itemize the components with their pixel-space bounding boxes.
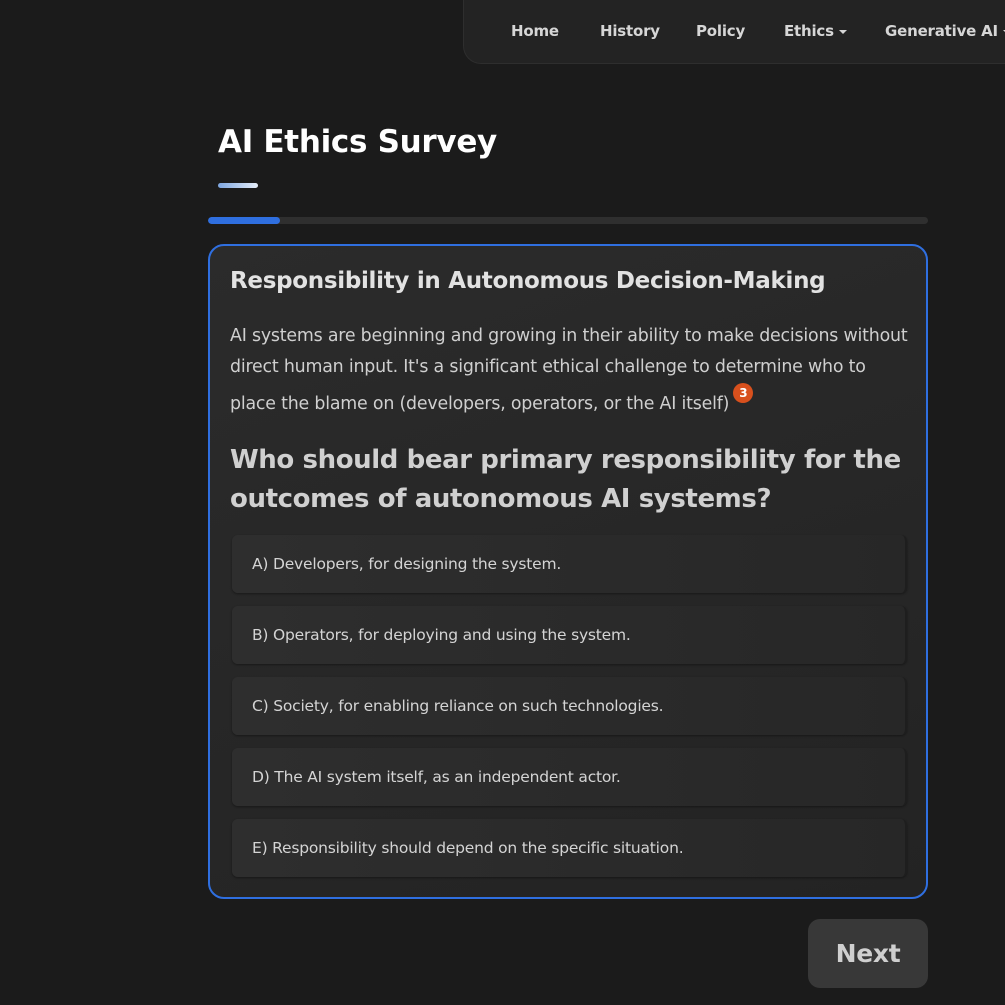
question-text: Who should bear primary responsibility f… bbox=[230, 445, 901, 514]
citation-badge[interactable]: 3 bbox=[733, 383, 754, 403]
chevron-down-icon bbox=[838, 29, 847, 34]
option-c[interactable]: C) Society, for enabling reliance on suc… bbox=[232, 677, 907, 735]
option-a[interactable]: A) Developers, for designing the system. bbox=[232, 535, 907, 593]
card-description-text: AI systems are beginning and growing in … bbox=[230, 326, 908, 414]
next-button[interactable]: Next bbox=[808, 919, 928, 988]
title-underline bbox=[218, 183, 258, 188]
nav-item-ethics[interactable]: Ethics bbox=[784, 22, 847, 40]
nav-item-generative-ai-label: Generative AI bbox=[885, 22, 998, 40]
page-title: AI Ethics Survey bbox=[218, 124, 497, 160]
progress-bar bbox=[208, 217, 928, 224]
question-card: Responsibility in Autonomous Decision-Ma… bbox=[208, 244, 928, 899]
progress-fill bbox=[208, 217, 280, 224]
option-e[interactable]: E) Responsibility should depend on the s… bbox=[232, 819, 907, 877]
option-d[interactable]: D) The AI system itself, as an independe… bbox=[232, 748, 907, 806]
nav-item-home[interactable]: Home bbox=[511, 22, 559, 40]
nav-item-policy[interactable]: Policy bbox=[696, 22, 745, 40]
nav-item-generative-ai[interactable]: Generative AI bbox=[885, 22, 1005, 40]
card-description: AI systems are beginning and growing in … bbox=[230, 321, 910, 420]
card-heading: Responsibility in Autonomous Decision-Ma… bbox=[230, 268, 826, 294]
nav-item-history[interactable]: History bbox=[600, 22, 660, 40]
nav-item-ethics-label: Ethics bbox=[784, 22, 834, 40]
top-nav: Home History Policy Ethics Generative AI bbox=[463, 0, 1005, 64]
option-b[interactable]: B) Operators, for deploying and using th… bbox=[232, 606, 907, 664]
